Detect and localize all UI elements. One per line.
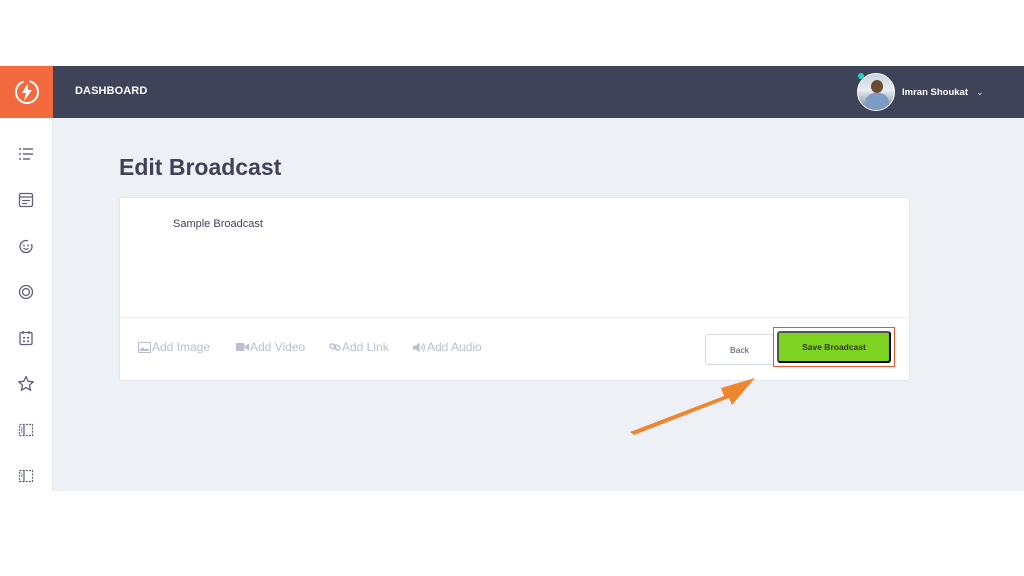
page-title: Edit Broadcast (119, 154, 282, 180)
sidebar (0, 118, 53, 491)
chevron-down-icon[interactable]: ⌄ (976, 87, 984, 98)
back-button[interactable]: Back (705, 334, 774, 365)
link-icon (329, 343, 341, 351)
main-content: Edit Broadcast Sample Broadcast Add Imag… (53, 118, 1024, 491)
lightning-logo-icon (14, 80, 39, 104)
layout-icon[interactable] (16, 420, 36, 440)
list-icon[interactable] (16, 144, 36, 164)
arrow-annotation-icon (630, 378, 755, 435)
audio-icon (413, 342, 426, 352)
avatar[interactable] (857, 73, 895, 111)
divider (120, 317, 909, 318)
add-audio-button[interactable]: Add Audio (413, 340, 482, 354)
user-name: Imran Shoukat (902, 86, 968, 98)
broadcast-editor-card: Sample Broadcast Add Image Add Video Add… (119, 197, 910, 381)
layout-alt-icon[interactable] (16, 466, 36, 486)
top-navbar: DASHBOARD Imran Shoukat ⌄ (0, 66, 1024, 118)
app-logo[interactable] (0, 66, 53, 118)
app-window: DASHBOARD Imran Shoukat ⌄ Edit Broadcast… (0, 66, 1024, 491)
add-image-button[interactable]: Add Image (138, 340, 210, 354)
calendar-icon[interactable] (16, 328, 36, 348)
add-video-button[interactable]: Add Video (236, 340, 305, 354)
star-icon[interactable] (16, 374, 36, 394)
save-button-highlight: Save Broadcast (773, 327, 895, 367)
add-link-button[interactable]: Add Link (329, 340, 389, 354)
user-menu[interactable]: Imran Shoukat ⌄ (857, 72, 984, 112)
save-broadcast-button[interactable]: Save Broadcast (777, 331, 891, 363)
image-icon (138, 341, 151, 353)
target-icon[interactable] (16, 282, 36, 302)
broadcast-list-icon[interactable] (16, 190, 36, 210)
page-nav-title: DASHBOARD (75, 85, 148, 97)
video-icon (236, 343, 249, 351)
broadcast-text-input[interactable]: Sample Broadcast (173, 218, 263, 230)
smiley-icon[interactable] (16, 236, 36, 256)
